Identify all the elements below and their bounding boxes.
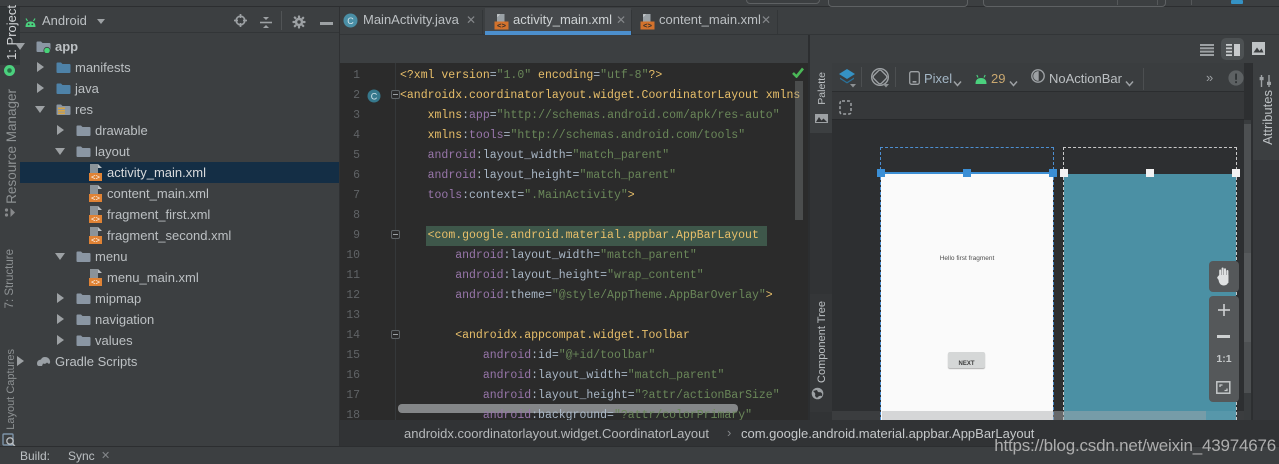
svg-text:<>: <> xyxy=(91,238,101,245)
svg-text:<>: <> xyxy=(91,280,101,287)
svg-text:<>: <> xyxy=(91,196,101,203)
svg-text:<>: <> xyxy=(91,217,101,224)
svg-text:C: C xyxy=(371,92,378,102)
svg-text:C: C xyxy=(347,16,354,26)
svg-text:<>: <> xyxy=(91,175,101,182)
svg-text:<>: <> xyxy=(643,23,653,30)
svg-text:<>: <> xyxy=(497,23,507,30)
